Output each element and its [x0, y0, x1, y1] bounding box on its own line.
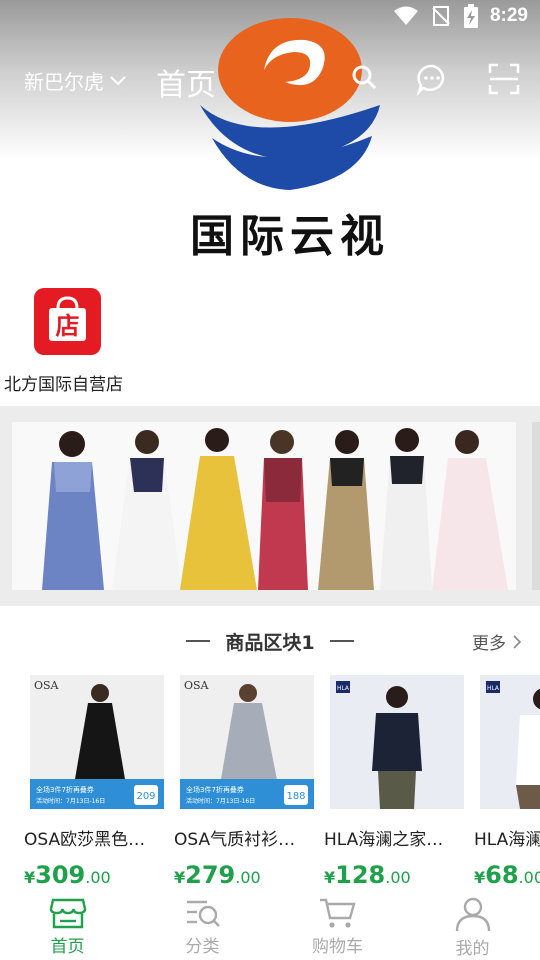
- product-image: OSA 全场3件7折再叠券 活动时间：7月13日-16日 188: [180, 675, 314, 809]
- location-label: 新巴尔虎: [24, 70, 104, 94]
- tab-cart[interactable]: 购物车: [270, 896, 405, 957]
- product-brand: OSA: [184, 679, 210, 692]
- product-card[interactable]: HLA HLA海澜之家… ¥128.00: [324, 675, 464, 895]
- store-icon: 店: [34, 288, 101, 355]
- status-time: 8:29: [489, 5, 528, 26]
- product-card[interactable]: HLA HLA海澜… ¥68.00: [474, 675, 540, 895]
- chevron-down-icon: [110, 75, 126, 85]
- more-link[interactable]: 更多: [472, 629, 522, 654]
- banner-next-peek: [532, 422, 540, 590]
- product-brand: HLA: [487, 685, 500, 692]
- page-title: 首页: [156, 68, 216, 103]
- store-icon-char: 店: [56, 312, 80, 340]
- more-label: 更多: [472, 634, 506, 654]
- shop-icon: [49, 898, 86, 929]
- tab-label: 购物车: [312, 937, 363, 957]
- no-signal-icon: [432, 6, 450, 26]
- product-price: ¥128.00: [324, 861, 411, 889]
- promo-text: 全场3件7折再叠券: [36, 785, 94, 794]
- store-name: 北方国际自营店: [4, 375, 123, 395]
- bottom-tab-bar: 首页 分类 购物车 我的: [0, 890, 540, 960]
- product-image: HLA: [480, 675, 540, 809]
- product-card[interactable]: OSA 全场3件7折再叠券 活动时间：7月13日-16日 209 OSA欧莎黑色…: [24, 675, 164, 895]
- product-price: ¥279.00: [174, 861, 261, 889]
- tab-label: 我的: [455, 939, 490, 959]
- tab-mine[interactable]: 我的: [405, 896, 540, 959]
- tab-category[interactable]: 分类: [135, 896, 270, 957]
- status-bar: 8:29: [0, 0, 540, 36]
- banner-carousel[interactable]: [0, 406, 540, 606]
- promo-date: 活动时间：7月13日-16日: [186, 797, 255, 805]
- brand-logo: 国际云视: [190, 10, 390, 262]
- scan-icon[interactable]: [487, 62, 521, 96]
- promo-date: 活动时间：7月13日-16日: [36, 797, 105, 805]
- product-card[interactable]: OSA 全场3件7折再叠券 活动时间：7月13日-16日 188 OSA气质衬衫…: [174, 675, 314, 895]
- tab-label: 首页: [50, 937, 85, 957]
- chevron-right-icon: [513, 634, 522, 649]
- product-price: ¥309.00: [24, 861, 111, 889]
- banner-image[interactable]: [12, 422, 516, 590]
- price-badge: 209: [136, 791, 155, 802]
- location-selector[interactable]: 新巴尔虎: [24, 66, 126, 95]
- top-navigation: 新巴尔虎 首页: [0, 52, 540, 106]
- search-icon[interactable]: [348, 62, 382, 96]
- product-name: HLA海澜…: [474, 830, 540, 850]
- cart-icon: [319, 898, 356, 928]
- title-divider-right: [330, 640, 354, 642]
- product-name: OSA欧莎黑色…: [24, 830, 146, 850]
- product-name: OSA气质衬衫…: [174, 830, 296, 850]
- battery-charging-icon: [463, 4, 478, 28]
- user-icon: [455, 897, 490, 932]
- tab-home[interactable]: 首页: [0, 896, 135, 957]
- product-brand: OSA: [34, 679, 60, 692]
- message-icon[interactable]: [415, 62, 449, 96]
- product-name: HLA海澜之家…: [324, 830, 444, 850]
- fashion-models-illustration: [12, 422, 516, 590]
- promo-text: 全场3件7折再叠券: [186, 785, 244, 794]
- wifi-icon: [393, 6, 418, 25]
- category-search-icon: [186, 900, 220, 927]
- tab-label: 分类: [185, 937, 220, 957]
- product-image: OSA 全场3件7折再叠券 活动时间：7月13日-16日 209: [30, 675, 164, 809]
- product-price: ¥68.00: [474, 861, 540, 889]
- section-title: 商品区块1: [225, 632, 315, 654]
- product-image: HLA: [330, 675, 464, 809]
- logo-text: 国际云视: [190, 211, 390, 262]
- price-badge: 188: [286, 791, 305, 802]
- product-list: OSA 全场3件7折再叠券 活动时间：7月13日-16日 209 OSA欧莎黑色…: [0, 675, 540, 895]
- section-header: 商品区块1 更多: [0, 620, 540, 660]
- product-brand: HLA: [337, 685, 350, 692]
